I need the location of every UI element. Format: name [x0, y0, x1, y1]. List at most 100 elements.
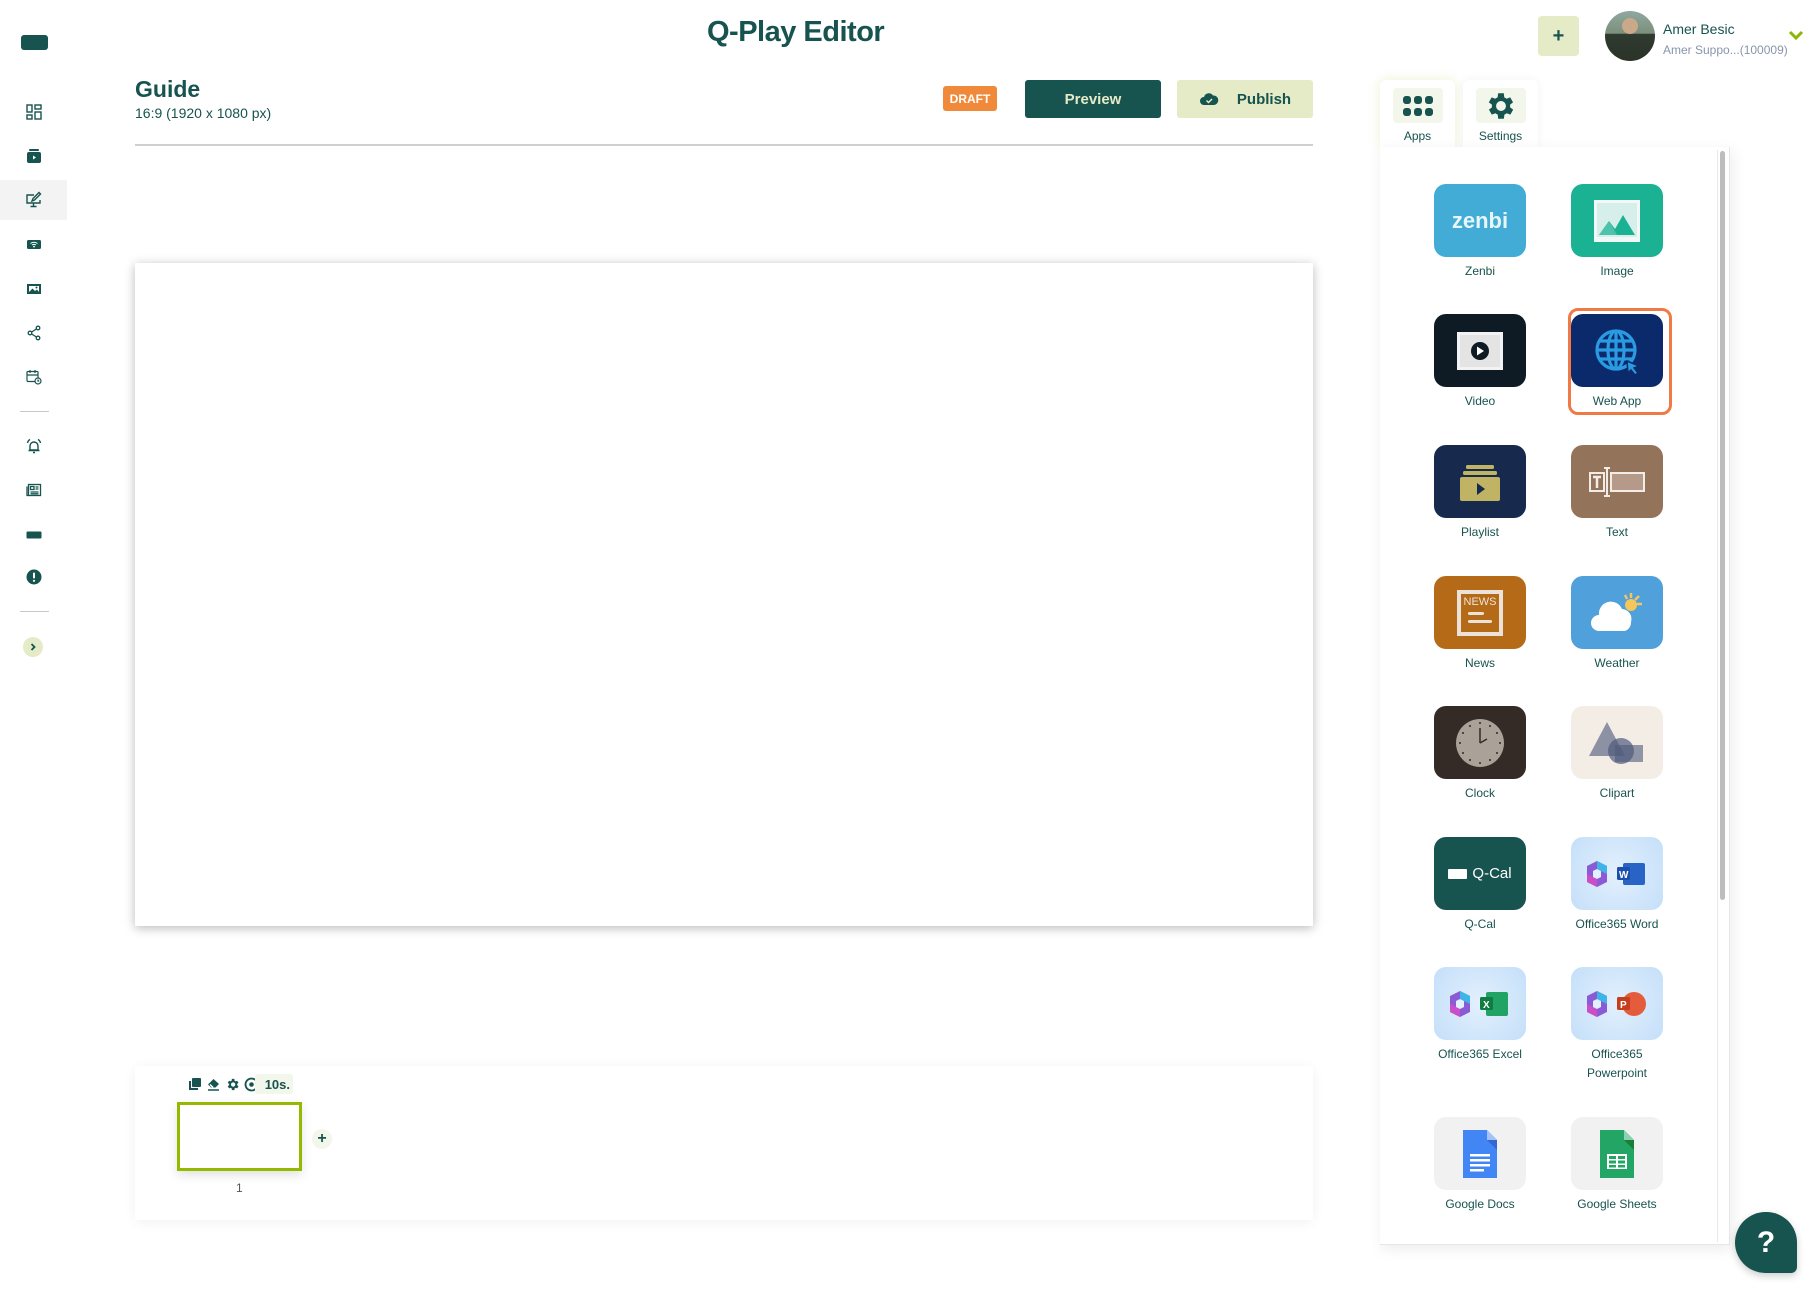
app-tile-web-app[interactable]: Web App: [1558, 308, 1676, 415]
tab-settings-label: Settings: [1478, 129, 1523, 143]
sidebar-divider: [20, 611, 49, 612]
newspaper-icon: [25, 483, 41, 497]
publish-label: Publish: [1236, 90, 1292, 108]
sidebar-item-editor[interactable]: [0, 180, 67, 220]
app-tile-google-sheets[interactable]: Google Sheets: [1558, 1117, 1676, 1214]
app-tile-clipart[interactable]: Clipart: [1558, 706, 1676, 803]
q-cal-icon: Q-Cal: [1434, 837, 1526, 910]
app-tile-zenbi[interactable]: zenbi Zenbi: [1421, 184, 1539, 281]
cloud-check-icon: [1199, 93, 1219, 105]
user-avatar[interactable]: [1605, 11, 1655, 61]
sidebar-item-dashboard[interactable]: [0, 92, 67, 132]
svg-text:P: P: [1620, 1000, 1627, 1011]
sidebar-item-display[interactable]: [0, 515, 67, 555]
apps-panel: [1380, 147, 1730, 1245]
app-label: Clipart: [1599, 786, 1635, 800]
app-tile-weather[interactable]: Weather: [1558, 576, 1676, 673]
wifi-player-icon: [26, 240, 41, 249]
google-docs-icon: [1434, 1117, 1526, 1190]
sidebar-item-info[interactable]: [0, 557, 67, 597]
app-tile-office365-powerpoint[interactable]: P Office365 Powerpoint: [1558, 967, 1676, 1083]
user-name[interactable]: Amer Besic: [1663, 21, 1735, 37]
preview-button[interactable]: Preview: [1025, 80, 1161, 118]
help-button[interactable]: ?: [1735, 1212, 1797, 1273]
zenbi-logo-text: zenbi: [1451, 207, 1509, 233]
powerpoint-icon: P: [1571, 967, 1663, 1040]
sidebar-item-share[interactable]: [0, 313, 67, 353]
slide-toolbar: [187, 1077, 259, 1092]
alarm-bell-icon: [26, 438, 41, 454]
sidebar-item-gallery[interactable]: [0, 269, 67, 309]
editor-monitor-icon: [25, 191, 41, 208]
page-title: Guide: [135, 76, 201, 102]
slide-duration[interactable]: 10s.: [255, 1074, 293, 1094]
gear-icon: [1488, 92, 1513, 119]
app-tile-google-docs[interactable]: Google Docs: [1421, 1117, 1539, 1214]
tab-apps-label: Apps: [1403, 129, 1432, 143]
media-library-icon: [26, 149, 41, 163]
user-account[interactable]: Amer Suppo...(100009): [1663, 43, 1788, 57]
app-label: Playlist: [1460, 525, 1499, 539]
chevron-right-icon: [30, 643, 36, 651]
app-tile-playlist[interactable]: Playlist: [1421, 445, 1539, 542]
slide-timeline: [135, 1066, 1313, 1220]
news-icon: NEWS: [1434, 576, 1526, 649]
chevron-down-icon[interactable]: [1788, 28, 1804, 42]
video-icon: [1434, 314, 1526, 387]
add-button[interactable]: +: [1538, 16, 1579, 56]
excel-icon: X: [1434, 967, 1526, 1040]
image-gallery-icon: [26, 284, 41, 294]
add-slide-button[interactable]: +: [312, 1129, 332, 1149]
svg-text:W: W: [1619, 870, 1629, 881]
sidebar-item-news[interactable]: [0, 470, 67, 510]
google-sheets-icon: [1571, 1117, 1663, 1190]
sidebar-expand-button[interactable]: [23, 637, 43, 657]
tab-apps[interactable]: Apps: [1380, 80, 1455, 150]
app-label: Web App: [1592, 394, 1642, 408]
app-label: Google Docs: [1445, 1197, 1515, 1211]
alert-circle-icon: [26, 569, 41, 585]
app-tile-office365-excel[interactable]: X Office365 Excel: [1421, 967, 1539, 1064]
app-tile-clock[interactable]: Clock: [1421, 706, 1539, 803]
sidebar-item-schedule[interactable]: [0, 357, 67, 397]
image-icon: [1571, 184, 1663, 257]
slide-number: 1: [236, 1181, 243, 1195]
zenbi-icon: zenbi: [1434, 184, 1526, 257]
app-tile-video[interactable]: Video: [1421, 314, 1539, 411]
apps-panel-scrollbar[interactable]: [1720, 151, 1725, 900]
sidebar-divider: [20, 411, 49, 412]
app-tile-image[interactable]: Image: [1558, 184, 1676, 281]
erase-icon[interactable]: [206, 1077, 221, 1092]
tab-settings[interactable]: Settings: [1463, 80, 1538, 150]
clock-icon: [1434, 706, 1526, 779]
app-label: Video: [1464, 394, 1496, 408]
page-resolution: 16:9 (1920 x 1080 px): [135, 105, 272, 121]
q-play-logo[interactable]: [21, 35, 48, 50]
app-label: Office365 Word: [1575, 917, 1659, 931]
app-tile-q-cal[interactable]: Q-Cal Q-Cal: [1421, 837, 1539, 934]
app-label: Office365 Excel: [1438, 1047, 1522, 1061]
screen-icon: [26, 531, 41, 539]
playlist-icon: [1434, 445, 1526, 518]
app-title: Q-Play Editor: [707, 16, 885, 48]
editor-canvas[interactable]: [135, 263, 1313, 926]
sidebar-item-media[interactable]: [0, 136, 67, 176]
settings-icon[interactable]: [225, 1077, 240, 1092]
header-divider: [135, 144, 1313, 146]
sidebar-item-alerts[interactable]: [0, 426, 67, 466]
news-icon-text: NEWS: [1463, 595, 1497, 608]
text-field-icon: [1571, 445, 1663, 518]
app-label: Zenbi: [1464, 264, 1496, 278]
app-label: News: [1464, 656, 1495, 670]
app-tile-news[interactable]: NEWS News: [1421, 576, 1539, 673]
duplicate-icon[interactable]: [187, 1077, 202, 1092]
slide-thumbnail[interactable]: [177, 1102, 302, 1171]
app-tile-office365-word[interactable]: W Office365 Word: [1558, 837, 1676, 934]
app-label: Q-Cal: [1464, 917, 1496, 931]
apps-grid-icon: [1402, 95, 1433, 116]
app-tile-text[interactable]: Text: [1558, 445, 1676, 542]
sidebar-item-players[interactable]: [0, 225, 67, 265]
app-label: Text: [1605, 525, 1628, 539]
publish-button[interactable]: Publish: [1177, 80, 1313, 118]
app-label: Weather: [1594, 656, 1640, 670]
